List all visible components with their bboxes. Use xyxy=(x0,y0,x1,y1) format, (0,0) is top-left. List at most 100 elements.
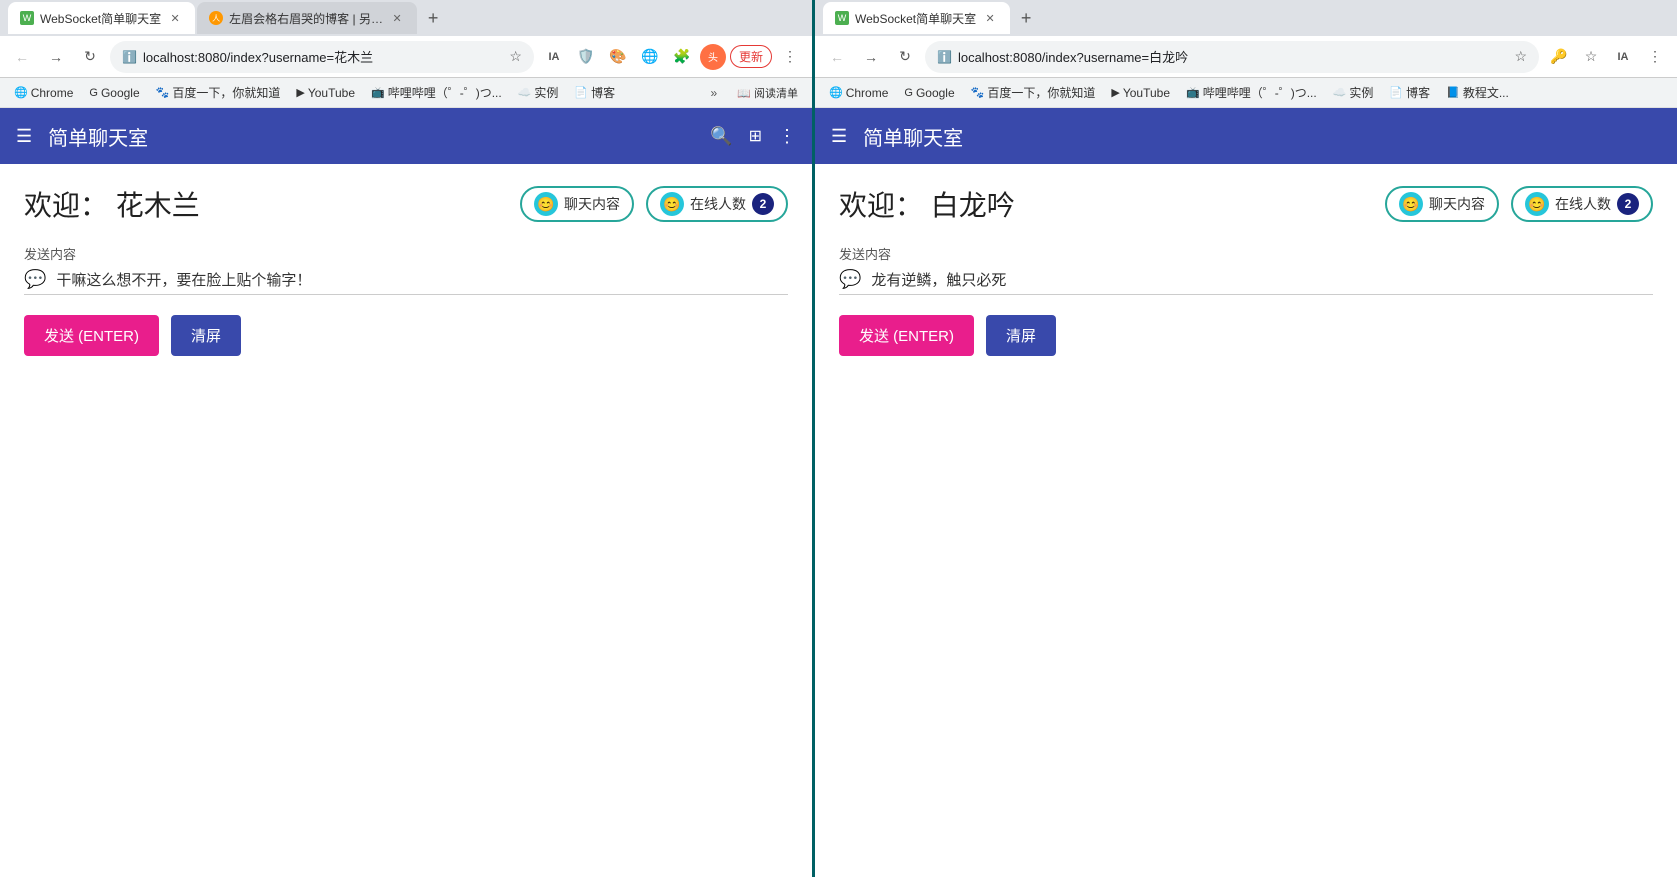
left-bookmark-youtube[interactable]: ▶ YouTube xyxy=(290,84,361,102)
right-reload-button[interactable]: ↻ xyxy=(891,43,919,71)
right-tutorial-icon: 📘 xyxy=(1446,86,1460,99)
right-address-bar: ← → ↻ ℹ️ localhost:8080/index?username=白… xyxy=(815,36,1677,78)
left-header-search-icon[interactable]: 🔍 xyxy=(710,126,732,147)
left-ia-icon[interactable]: IA xyxy=(540,43,568,71)
right-baidu-icon: 🐾 xyxy=(971,86,985,99)
left-lock-icon: ℹ️ xyxy=(122,50,137,64)
right-bookmark-blog[interactable]: 📄 博客 xyxy=(1383,82,1436,103)
right-bookmark-cloud[interactable]: ☁️ 实例 xyxy=(1327,82,1380,103)
left-browser-window: W WebSocket简单聊天室 ✕ 人 左眉会格右眉哭的博客 | 另一个...… xyxy=(0,0,815,877)
right-send-button[interactable]: 发送 (ENTER) xyxy=(839,315,974,356)
left-header-more-icon[interactable]: ⋮ xyxy=(778,126,796,147)
right-header-menu-icon[interactable]: ☰ xyxy=(831,126,847,147)
left-bookmark-blog[interactable]: 📄 博客 xyxy=(568,82,621,103)
left-tab-1-close[interactable]: ✕ xyxy=(167,10,183,26)
left-tab-1-favicon: W xyxy=(20,11,34,25)
left-bookmark-reader[interactable]: 📖 阅读清单 xyxy=(731,83,804,103)
right-bilibili-icon: 📺 xyxy=(1186,86,1200,99)
right-bookmark-tutorial[interactable]: 📘 教程文... xyxy=(1440,82,1515,103)
left-menu-icon[interactable]: ⋮ xyxy=(776,43,804,71)
left-avatar[interactable]: 头 xyxy=(700,44,726,70)
right-bookmark-google-label: Google xyxy=(916,86,955,100)
left-reload-button[interactable]: ↻ xyxy=(76,43,104,71)
right-welcome-label: 欢迎： xyxy=(839,190,923,221)
left-tab-2-inactive[interactable]: 人 左眉会格右眉哭的博客 | 另一个... ✕ xyxy=(197,2,417,34)
left-chat-tab-icon: 😊 xyxy=(534,192,558,216)
left-bookmark-chrome[interactable]: 🌐 Chrome xyxy=(8,84,79,102)
left-message-input-row: 💬 xyxy=(24,269,788,295)
right-app-header: ☰ 简单聊天室 xyxy=(815,108,1677,164)
left-online-count: 2 xyxy=(752,193,774,215)
right-star-toolbar-icon[interactable]: ☆ xyxy=(1577,43,1605,71)
right-tab-1-active[interactable]: W WebSocket简单聊天室 ✕ xyxy=(823,2,1010,34)
right-bookmark-youtube[interactable]: ▶ YouTube xyxy=(1105,84,1176,102)
left-puzzle-icon[interactable]: 🧩 xyxy=(668,43,696,71)
left-bookmark-blog-label: 博客 xyxy=(591,84,615,101)
left-new-tab-button[interactable]: + xyxy=(419,4,447,32)
right-tab-1-close[interactable]: ✕ xyxy=(982,10,998,26)
left-chat-tab-label: 聊天内容 xyxy=(564,194,620,214)
left-info-tabs: 😊 聊天内容 😊 在线人数 2 xyxy=(520,186,788,222)
right-bookmark-chrome[interactable]: 🌐 Chrome xyxy=(823,84,894,102)
left-chrome-icon: 🌐 xyxy=(14,86,28,99)
right-message-label: 发送内容 xyxy=(839,244,1653,263)
right-message-input[interactable] xyxy=(871,271,1653,288)
right-online-tab[interactable]: 😊 在线人数 2 xyxy=(1511,186,1653,222)
left-clear-button[interactable]: 清屏 xyxy=(171,315,241,356)
right-chat-tab-icon: 😊 xyxy=(1399,192,1423,216)
right-blog-icon: 📄 xyxy=(1389,86,1403,99)
right-youtube-icon: ▶ xyxy=(1111,86,1119,99)
left-bookmark-baidu[interactable]: 🐾 百度一下，你就知道 xyxy=(150,82,287,103)
left-tab-2-close[interactable]: ✕ xyxy=(389,10,405,26)
left-header-menu-icon[interactable]: ☰ xyxy=(16,126,32,147)
right-url-text: localhost:8080/index?username=白龙吟 xyxy=(958,47,1508,66)
left-chat-tab[interactable]: 😊 聊天内容 xyxy=(520,186,634,222)
right-tab-1-favicon: W xyxy=(835,11,849,25)
right-bookmark-bilibili[interactable]: 📺 哔哩哔哩（゜-゜)つ... xyxy=(1180,82,1323,103)
right-star-icon[interactable]: ☆ xyxy=(1514,48,1527,65)
left-url-bar[interactable]: ℹ️ localhost:8080/index?username=花木兰 ☆ xyxy=(110,41,534,73)
left-back-button[interactable]: ← xyxy=(8,43,36,71)
left-send-button[interactable]: 发送 (ENTER) xyxy=(24,315,159,356)
left-tab-2-title: 左眉会格右眉哭的博客 | 另一个... xyxy=(229,10,383,27)
right-chat-tab[interactable]: 😊 聊天内容 xyxy=(1385,186,1499,222)
left-message-input[interactable] xyxy=(56,271,788,288)
right-clear-button[interactable]: 清屏 xyxy=(986,315,1056,356)
left-welcome-label: 欢迎： xyxy=(24,190,108,221)
left-star-icon[interactable]: ☆ xyxy=(509,48,522,65)
left-username: 花木兰 xyxy=(116,190,200,221)
left-translate-icon[interactable]: 🌐 xyxy=(636,43,664,71)
right-app-body: 欢迎： 白龙吟 😊 聊天内容 😊 在线人数 2 发送内 xyxy=(815,164,1677,376)
left-bookmark-bilibili[interactable]: 📺 哔哩哔哩（゜-゜)つ... xyxy=(365,82,508,103)
left-header-exit-icon[interactable]: ⊞ xyxy=(749,126,762,146)
left-tab-1-active[interactable]: W WebSocket简单聊天室 ✕ xyxy=(8,2,195,34)
left-online-tab-label: 在线人数 xyxy=(690,194,746,214)
left-bookmark-cloud[interactable]: ☁️ 实例 xyxy=(512,82,565,103)
right-bookmark-youtube-label: YouTube xyxy=(1123,86,1170,100)
left-bookmarks-more[interactable]: » xyxy=(705,84,724,102)
right-new-tab-button[interactable]: + xyxy=(1012,4,1040,32)
right-online-tab-icon: 😊 xyxy=(1525,192,1549,216)
left-message-label: 发送内容 xyxy=(24,244,788,263)
left-google-icon: G xyxy=(89,87,98,99)
right-bookmark-google[interactable]: G Google xyxy=(898,84,960,102)
left-bookmark-google[interactable]: G Google xyxy=(83,84,145,102)
right-url-bar[interactable]: ℹ️ localhost:8080/index?username=白龙吟 ☆ xyxy=(925,41,1539,73)
right-browser-window: W WebSocket简单聊天室 ✕ + ← → ↻ ℹ️ localhost:… xyxy=(815,0,1677,877)
left-online-tab[interactable]: 😊 在线人数 2 xyxy=(646,186,788,222)
right-toolbar-icons: 🔑 ☆ IA ⋮ xyxy=(1545,43,1669,71)
left-palette-icon[interactable]: 🎨 xyxy=(604,43,632,71)
right-forward-button[interactable]: → xyxy=(857,43,885,71)
left-app-body: 欢迎： 花木兰 😊 聊天内容 😊 在线人数 2 发送内 xyxy=(0,164,812,376)
left-shield-icon[interactable]: 🛡️ xyxy=(572,43,600,71)
left-forward-button[interactable]: → xyxy=(42,43,70,71)
right-bookmark-bilibili-label: 哔哩哔哩（゜-゜)つ... xyxy=(1203,84,1317,101)
left-update-button[interactable]: 更新 xyxy=(730,45,772,68)
right-bookmark-baidu[interactable]: 🐾 百度一下，你就知道 xyxy=(965,82,1102,103)
right-menu-icon[interactable]: ⋮ xyxy=(1641,43,1669,71)
left-page-content: ☰ 简单聊天室 🔍 ⊞ ⋮ 欢迎： 花木兰 😊 聊天内容 xyxy=(0,108,812,877)
right-key-icon[interactable]: 🔑 xyxy=(1545,43,1573,71)
right-ia-icon[interactable]: IA xyxy=(1609,43,1637,71)
right-bookmark-chrome-label: Chrome xyxy=(846,86,889,100)
right-back-button[interactable]: ← xyxy=(823,43,851,71)
